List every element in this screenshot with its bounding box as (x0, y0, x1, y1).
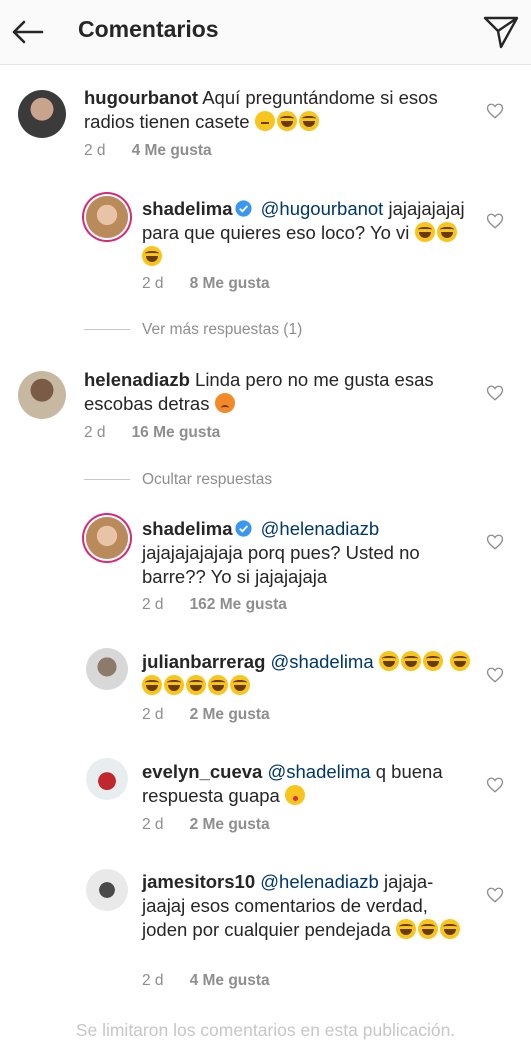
comment-meta: 2 d 2 Me gusta (142, 816, 270, 834)
heart-icon[interactable] (486, 666, 504, 684)
avatar[interactable] (86, 517, 128, 559)
like-count[interactable]: 4 Me gusta (190, 972, 270, 989)
arrow-left-icon[interactable] (10, 14, 46, 50)
thinking-face-icon (254, 111, 275, 131)
comment-mention[interactable]: @shadelima (267, 761, 370, 782)
comment-time: 2 d (142, 816, 164, 833)
view-more-replies-button[interactable]: Ver más respuestas (1) (84, 321, 302, 339)
face-with-tears-of-joy-icon (400, 651, 421, 671)
comment-meta: 2 d 8 Me gusta (142, 275, 270, 293)
face-with-tears-of-joy-icon (208, 675, 228, 695)
avatar[interactable] (86, 196, 128, 238)
like-count[interactable]: 162 Me gusta (190, 596, 287, 613)
verified-badge-icon (234, 200, 252, 217)
comment-time: 2 d (142, 972, 164, 989)
avatar[interactable] (86, 648, 128, 690)
comment-text: jamesitors10 @helenadiazb jajaja-jaajaj … (142, 870, 472, 942)
paper-plane-icon[interactable] (482, 13, 520, 51)
avatar[interactable] (18, 90, 66, 138)
comment-username[interactable]: hugourbanot (84, 87, 198, 108)
avatar[interactable] (18, 371, 66, 419)
view-more-label: Ver más respuestas (1) (142, 321, 303, 338)
comment-username[interactable]: shadelima (142, 518, 233, 539)
comment-username[interactable]: jamesitors10 (142, 871, 255, 892)
comments-limited-notice: Se limitaron los comentarios en esta pub… (75, 1020, 456, 1040)
comment-time: 2 d (84, 424, 106, 441)
avatar[interactable] (86, 758, 128, 800)
comment-meta: 2 d 4 Me gusta (142, 972, 270, 990)
comment-username[interactable]: helenadiazb (84, 369, 190, 390)
comment-mention[interactable]: @hugourbanot (261, 198, 384, 219)
sad-face-icon (214, 393, 235, 413)
face-with-tears-of-joy-icon (378, 651, 399, 671)
comment-time: 2 d (84, 142, 106, 159)
like-count[interactable]: 2 Me gusta (190, 816, 270, 833)
divider (84, 479, 130, 481)
comment-time: 2 d (142, 706, 164, 723)
comment-mention[interactable]: @helenadiazb (260, 871, 379, 892)
verified-badge-icon (234, 520, 252, 537)
avatar[interactable] (86, 869, 128, 911)
like-count[interactable]: 16 Me gusta (132, 424, 221, 441)
divider (84, 329, 130, 331)
comment-username[interactable]: evelyn_cueva (142, 761, 262, 782)
face-with-tears-of-joy-icon (440, 919, 461, 939)
face-blowing-kiss-icon (284, 785, 305, 805)
comment-text: julianbarrerag @shadelima (142, 650, 472, 698)
like-count[interactable]: 2 Me gusta (190, 706, 270, 723)
face-with-tears-of-joy-icon (164, 675, 184, 695)
heart-icon[interactable] (486, 384, 504, 402)
comment-username[interactable]: shadelima (142, 198, 233, 219)
comment-mention[interactable]: @shadelima (271, 651, 374, 672)
face-with-tears-of-joy-icon (414, 222, 435, 242)
face-with-tears-of-joy-icon (298, 111, 319, 131)
face-with-tears-of-joy-icon (418, 919, 439, 939)
comment-text: hugourbanot Aquí preguntándome si esos r… (84, 86, 456, 134)
comment-time: 2 d (142, 275, 164, 292)
comment-text: shadelima @hugourbanot jajajajajaj para … (142, 197, 472, 269)
hide-replies-label: Ocultar respuestas (142, 471, 273, 488)
comment-text: evelyn_cueva @shadelima q buena respuest… (142, 760, 472, 808)
heart-icon[interactable] (486, 533, 504, 551)
comment-username[interactable]: julianbarrerag (142, 651, 265, 672)
header-bar: Comentarios (0, 0, 531, 65)
comment-text: helenadiazb Linda pero no me gusta esas … (84, 368, 456, 416)
face-with-tears-of-joy-icon (142, 246, 162, 266)
comment-meta: 2 d 162 Me gusta (142, 596, 287, 614)
comment-body: jajajajajajaja porq pues? Usted no barre… (142, 542, 420, 587)
face-with-tears-of-joy-icon (186, 675, 206, 695)
page-title: Comentarios (78, 16, 219, 42)
comment-meta: 2 d 16 Me gusta (84, 424, 220, 442)
face-with-tears-of-joy-icon (396, 919, 417, 939)
face-with-tears-of-joy-icon (230, 675, 250, 695)
comment-time: 2 d (142, 596, 164, 613)
comment-meta: 2 d 4 Me gusta (84, 142, 212, 160)
heart-icon[interactable] (486, 212, 504, 230)
like-count[interactable]: 4 Me gusta (132, 142, 212, 159)
comment-meta: 2 d 2 Me gusta (142, 706, 270, 724)
comment-mention[interactable]: @helenadiazb (261, 518, 380, 539)
heart-icon[interactable] (486, 886, 504, 904)
face-with-tears-of-joy-icon (276, 111, 297, 131)
comment-text: shadelima @helenadiazb jajajajajajaja po… (142, 517, 472, 589)
face-with-tears-of-joy-icon (449, 651, 470, 671)
heart-icon[interactable] (486, 102, 504, 120)
hide-replies-button[interactable]: Ocultar respuestas (84, 471, 272, 489)
face-with-tears-of-joy-icon (436, 222, 457, 242)
face-with-tears-of-joy-icon (142, 675, 162, 695)
like-count[interactable]: 8 Me gusta (190, 275, 270, 292)
face-with-tears-of-joy-icon (422, 651, 443, 671)
heart-icon[interactable] (486, 776, 504, 794)
